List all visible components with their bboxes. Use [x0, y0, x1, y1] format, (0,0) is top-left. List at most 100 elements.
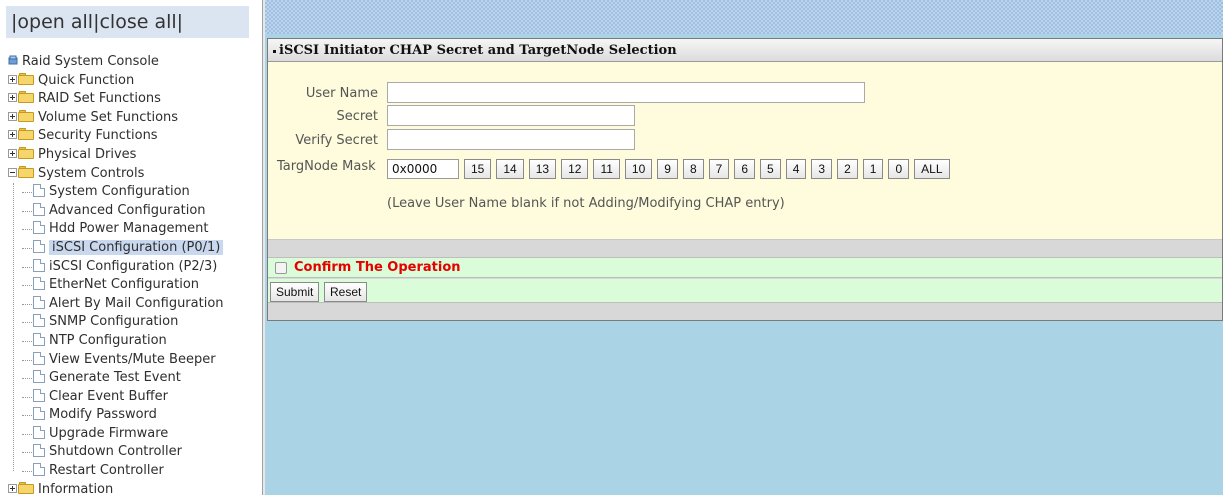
help-note: (Leave User Name blank if not Adding/Mod…	[387, 196, 785, 211]
page-icon	[33, 425, 45, 439]
expand-icon[interactable]	[8, 93, 17, 103]
expand-icon[interactable]	[8, 483, 17, 493]
bit-2-button[interactable]: 2	[837, 159, 858, 179]
tree-item-label: Alert By Mail Configuration	[49, 295, 224, 311]
verify-secret-label: Verify Secret	[295, 133, 378, 148]
tree-root[interactable]: Raid System Console	[8, 53, 262, 72]
expand-icon[interactable]	[8, 148, 17, 158]
secret-label: Secret	[336, 109, 378, 124]
folder-icon	[18, 481, 35, 494]
bit-6-button[interactable]: 6	[734, 159, 756, 179]
open-all-link[interactable]: open all	[17, 11, 93, 33]
confirm-label: Confirm The Operation	[294, 260, 461, 275]
tree-item-label: EtherNet Configuration	[49, 277, 200, 293]
expand-icon[interactable]	[8, 130, 17, 140]
tree-item-label: SNMP Configuration	[49, 314, 179, 330]
page-icon	[33, 351, 45, 365]
secret-input[interactable]	[387, 105, 635, 126]
page-icon	[33, 184, 45, 198]
user-name-input[interactable]	[387, 82, 865, 103]
tree-item-label: Clear Event Buffer	[49, 388, 168, 404]
bit-4-button[interactable]: 4	[785, 159, 807, 179]
tree-item-advanced-configuration[interactable]: Advanced Configuration	[22, 202, 262, 221]
tree-item-snmp-configuration[interactable]: SNMP Configuration	[22, 313, 262, 332]
tree-item-label: System Configuration	[49, 184, 190, 200]
bit-0-button[interactable]: 0	[888, 159, 910, 179]
open-close-bar: |open all|close all|	[6, 6, 249, 38]
tree-item-label: iSCSI Configuration (P2/3)	[49, 258, 218, 274]
bit-11-button[interactable]: 11	[593, 159, 620, 179]
tree-item-hdd-power-management[interactable]: Hdd Power Management	[22, 220, 262, 239]
close-all-link[interactable]: close all	[99, 11, 176, 33]
tree-item-shutdown-controller[interactable]: Shutdown Controller	[22, 443, 262, 462]
bullet-icon	[273, 50, 276, 53]
tree-item-iscsi-configuration-p01[interactable]: iSCSI Configuration (P0/1)	[22, 239, 262, 258]
tree-item-iscsi-configuration-p23[interactable]: iSCSI Configuration (P2/3)	[22, 258, 262, 277]
tree-item-label: View Events/Mute Beeper	[49, 351, 216, 367]
reset-button[interactable]: Reset	[324, 282, 368, 302]
separator-bar	[268, 241, 1222, 257]
submit-button[interactable]: Submit	[270, 282, 320, 302]
tree-item-generate-test-event[interactable]: Generate Test Event	[22, 369, 262, 388]
bit-12-button[interactable]: 12	[561, 159, 589, 179]
bit-7-button[interactable]: 7	[708, 159, 730, 179]
tree-item-label: Shutdown Controller	[49, 444, 182, 460]
panel-title-text: iSCSI Initiator CHAP Secret and TargetNo…	[279, 43, 677, 58]
page-icon	[33, 314, 45, 328]
tree-item-upgrade-firmware[interactable]: Upgrade Firmware	[22, 425, 262, 444]
page-icon	[33, 370, 45, 384]
tree-item-system-configuration[interactable]: System Configuration	[22, 183, 262, 202]
tree-group-label: Quick Function	[38, 72, 135, 88]
bit-5-button[interactable]: 5	[760, 159, 781, 179]
tree-group-physical-drives[interactable]: Physical Drives	[8, 146, 262, 165]
bit-13-button[interactable]: 13	[528, 159, 557, 179]
tree-item-ntp-configuration[interactable]: NTP Configuration	[22, 332, 262, 351]
page-icon	[33, 202, 45, 216]
tree-item-clear-event-buffer[interactable]: Clear Event Buffer	[22, 388, 262, 407]
bit-3-button[interactable]: 3	[811, 159, 833, 179]
bit-10-button[interactable]: 10	[624, 159, 653, 179]
tree-item-restart-controller[interactable]: Restart Controller	[22, 462, 262, 481]
targnode-mask-input[interactable]: 0x0000	[387, 159, 459, 179]
content-header-bar	[265, 0, 1223, 34]
tree-group-volume-set-functions[interactable]: Volume Set Functions	[8, 109, 262, 128]
bit-9-button[interactable]: 9	[657, 159, 678, 179]
page-icon	[33, 407, 45, 421]
collapse-icon[interactable]	[8, 167, 17, 177]
tree-item-label: Upgrade Firmware	[49, 425, 169, 441]
nav-tree: Raid System Console Quick Function RAID …	[8, 53, 262, 495]
tree-group-system-controls[interactable]: System Controls	[8, 165, 262, 184]
tree-item-alert-by-mail-configuration[interactable]: Alert By Mail Configuration	[22, 295, 262, 314]
bit-14-button[interactable]: 14	[496, 159, 524, 179]
folder-icon	[18, 109, 35, 122]
page-icon	[33, 444, 45, 458]
expand-icon[interactable]	[8, 111, 17, 121]
tree-item-modify-password[interactable]: Modify Password	[22, 406, 262, 425]
tree-group-label: Physical Drives	[38, 146, 137, 162]
verify-secret-input[interactable]	[387, 129, 635, 150]
expand-icon[interactable]	[8, 74, 17, 84]
folder-icon	[18, 91, 35, 104]
tree-group-security-functions[interactable]: Security Functions	[8, 127, 262, 146]
bit-1-button[interactable]: 1	[862, 159, 884, 179]
tree-group-quick-function[interactable]: Quick Function	[8, 72, 262, 91]
page-icon	[33, 221, 45, 235]
tree-group-label: Volume Set Functions	[38, 109, 179, 125]
console-icon	[8, 54, 19, 65]
all-bits-button[interactable]: ALL	[914, 159, 950, 179]
tree-item-label-selected: iSCSI Configuration (P0/1)	[49, 239, 224, 255]
confirm-row: Confirm The Operation	[268, 257, 1222, 278]
tree-item-label: Restart Controller	[49, 463, 164, 479]
content-frame: iSCSI Initiator CHAP Secret and TargetNo…	[265, 0, 1223, 495]
bit-button-group: 15 14 13 12 11 10 9 8 7 6 5 4 3 2 1 0 AL…	[464, 159, 950, 179]
bit-8-button[interactable]: 8	[682, 159, 704, 179]
confirm-checkbox[interactable]	[275, 262, 287, 274]
bit-15-button[interactable]: 15	[464, 159, 492, 179]
tree-group-raid-set-functions[interactable]: RAID Set Functions	[8, 90, 262, 109]
tree-item-view-events-mute-beeper[interactable]: View Events/Mute Beeper	[22, 351, 262, 370]
tree-item-ethernet-configuration[interactable]: EtherNet Configuration	[22, 276, 262, 295]
tree-item-label: Modify Password	[49, 407, 157, 423]
chap-form: User Name Secret Verify Secret TargNode …	[268, 62, 1222, 240]
user-name-label: User Name	[305, 86, 378, 101]
tree-group-information[interactable]: Information	[8, 481, 262, 495]
